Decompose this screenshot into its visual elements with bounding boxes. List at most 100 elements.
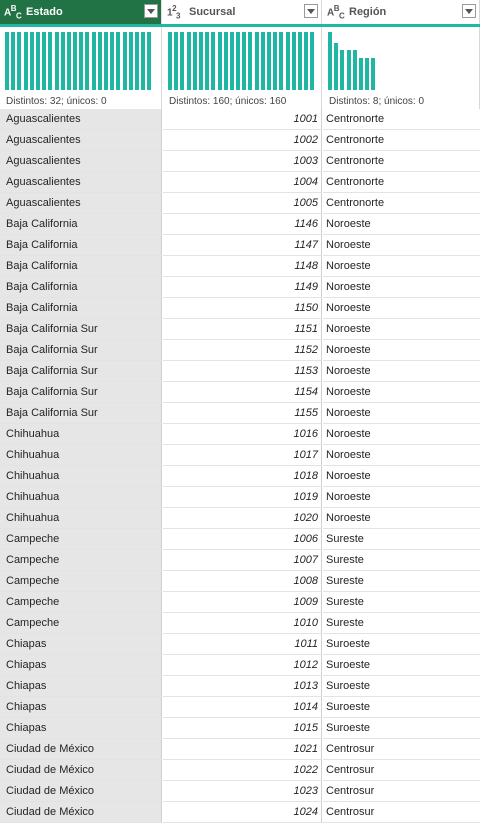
sucursal-cell[interactable]: 1009	[163, 592, 322, 613]
region-cell[interactable]: Noroeste	[323, 319, 480, 340]
region-cell[interactable]: Centrosur	[323, 760, 480, 781]
sucursal-cell[interactable]: 1014	[163, 697, 322, 718]
sucursal-cell[interactable]: 1020	[163, 508, 322, 529]
sucursal-cell[interactable]: 1019	[163, 487, 322, 508]
distribution-bar[interactable]	[17, 32, 22, 90]
chevron-down-icon[interactable]	[462, 4, 476, 18]
region-cell[interactable]: Noroeste	[323, 235, 480, 256]
sucursal-cell[interactable]: 1011	[163, 634, 322, 655]
table-row[interactable]: Chiapas 1013 Suroeste	[0, 676, 480, 697]
table-row[interactable]: Baja California 1147 Noroeste	[0, 235, 480, 256]
region-cell[interactable]: Centrosur	[323, 739, 480, 760]
distribution-bar[interactable]	[116, 32, 121, 90]
distribution-bar[interactable]	[205, 32, 210, 90]
distribution-bar[interactable]	[267, 32, 271, 90]
table-row[interactable]: Campeche 1006 Sureste	[0, 529, 480, 550]
estado-cell[interactable]: Campeche	[0, 613, 162, 634]
distribution-bar[interactable]	[346, 49, 351, 90]
region-cell[interactable]: Noroeste	[323, 298, 480, 319]
sucursal-cell[interactable]: 1150	[163, 298, 322, 319]
region-cell[interactable]: Centronorte	[323, 109, 480, 130]
table-row[interactable]: Baja California Sur 1151 Noroeste	[0, 319, 480, 340]
distribution-bar[interactable]	[229, 32, 234, 90]
distribution-bar[interactable]	[297, 32, 302, 90]
distribution-bar[interactable]	[198, 32, 203, 90]
distribution-bar[interactable]	[122, 32, 127, 90]
table-row[interactable]: Chihuahua 1020 Noroeste	[0, 508, 480, 529]
distribution-bar[interactable]	[104, 32, 108, 90]
sucursal-cell[interactable]: 1007	[163, 550, 322, 571]
region-cell[interactable]: Suroeste	[323, 718, 480, 739]
distribution-bar[interactable]	[35, 32, 40, 90]
region-cell[interactable]: Centronorte	[323, 172, 480, 193]
sucursal-cell[interactable]: 1152	[163, 340, 322, 361]
chevron-down-icon[interactable]	[144, 4, 158, 18]
estado-cell[interactable]: Ciudad de México	[0, 802, 162, 823]
region-cell[interactable]: Noroeste	[323, 424, 480, 445]
column-header-sucursal[interactable]: 123 Sucursal	[163, 0, 322, 24]
estado-cell[interactable]: Baja California	[0, 277, 162, 298]
distribution-bar[interactable]	[180, 32, 185, 90]
sucursal-cell[interactable]: 1006	[163, 529, 322, 550]
table-row[interactable]: Chihuahua 1017 Noroeste	[0, 445, 480, 466]
table-row[interactable]: Baja California Sur 1154 Noroeste	[0, 382, 480, 403]
estado-cell[interactable]: Ciudad de México	[0, 760, 162, 781]
sucursal-cell[interactable]: 1005	[163, 193, 322, 214]
distribution-bar[interactable]	[110, 32, 115, 90]
estado-cell[interactable]: Chihuahua	[0, 487, 162, 508]
distribution-bar[interactable]	[147, 32, 152, 90]
sucursal-cell[interactable]: 1004	[163, 172, 322, 193]
estado-cell[interactable]: Chihuahua	[0, 445, 162, 466]
sucursal-cell[interactable]: 1149	[163, 277, 322, 298]
table-row[interactable]: Baja California Sur 1153 Noroeste	[0, 361, 480, 382]
distribution-bar[interactable]	[334, 43, 339, 90]
sucursal-cell[interactable]: 1155	[163, 403, 322, 424]
table-row[interactable]: Chiapas 1015 Suroeste	[0, 718, 480, 739]
estado-cell[interactable]: Campeche	[0, 592, 162, 613]
sucursal-cell[interactable]: 1153	[163, 361, 322, 382]
distribution-bar[interactable]	[141, 32, 146, 90]
sucursal-cell[interactable]: 1015	[163, 718, 322, 739]
sucursal-cell[interactable]: 1016	[163, 424, 322, 445]
distribution-bar[interactable]	[23, 32, 28, 90]
region-cell[interactable]: Noroeste	[323, 277, 480, 298]
table-row[interactable]: Ciudad de México 1024 Centrosur	[0, 802, 480, 823]
region-cell[interactable]: Noroeste	[323, 487, 480, 508]
table-row[interactable]: Baja California 1150 Noroeste	[0, 298, 480, 319]
sucursal-cell[interactable]: 1008	[163, 571, 322, 592]
region-cell[interactable]: Sureste	[323, 550, 480, 571]
distribution-bar[interactable]	[73, 32, 78, 90]
distribution-bar[interactable]	[371, 58, 376, 90]
table-row[interactable]: Chihuahua 1019 Noroeste	[0, 487, 480, 508]
estado-cell[interactable]: Baja California Sur	[0, 403, 162, 424]
estado-cell[interactable]: Aguascalientes	[0, 172, 162, 193]
distribution-bar[interactable]	[186, 32, 191, 90]
distribution-bar[interactable]	[79, 32, 84, 90]
table-row[interactable]: Chiapas 1011 Suroeste	[0, 634, 480, 655]
region-cell[interactable]: Noroeste	[323, 361, 480, 382]
sucursal-cell[interactable]: 1003	[163, 151, 322, 172]
estado-cell[interactable]: Chiapas	[0, 697, 162, 718]
distribution-bar[interactable]	[328, 32, 332, 90]
column-header-region[interactable]: ABC Región	[323, 0, 480, 24]
distribution-bar[interactable]	[48, 32, 53, 90]
distribution-bar[interactable]	[192, 32, 197, 90]
region-cell[interactable]: Noroeste	[323, 508, 480, 529]
region-cell[interactable]: Centronorte	[323, 151, 480, 172]
region-cell[interactable]: Noroeste	[323, 445, 480, 466]
estado-cell[interactable]: Chiapas	[0, 634, 162, 655]
estado-cell[interactable]: Baja California	[0, 298, 162, 319]
distribution-bar[interactable]	[11, 32, 16, 90]
distribution-bar[interactable]	[5, 32, 9, 90]
table-row[interactable]: Chihuahua 1016 Noroeste	[0, 424, 480, 445]
table-row[interactable]: Baja California 1146 Noroeste	[0, 214, 480, 235]
sucursal-cell[interactable]: 1012	[163, 655, 322, 676]
region-cell[interactable]: Noroeste	[323, 466, 480, 487]
table-row[interactable]: Ciudad de México 1022 Centrosur	[0, 760, 480, 781]
sucursal-cell[interactable]: 1151	[163, 319, 322, 340]
region-cell[interactable]: Suroeste	[323, 697, 480, 718]
number-type-icon[interactable]: 123	[167, 4, 180, 20]
estado-cell[interactable]: Chihuahua	[0, 466, 162, 487]
distribution-bar[interactable]	[97, 32, 102, 90]
distribution-bar[interactable]	[310, 32, 315, 90]
